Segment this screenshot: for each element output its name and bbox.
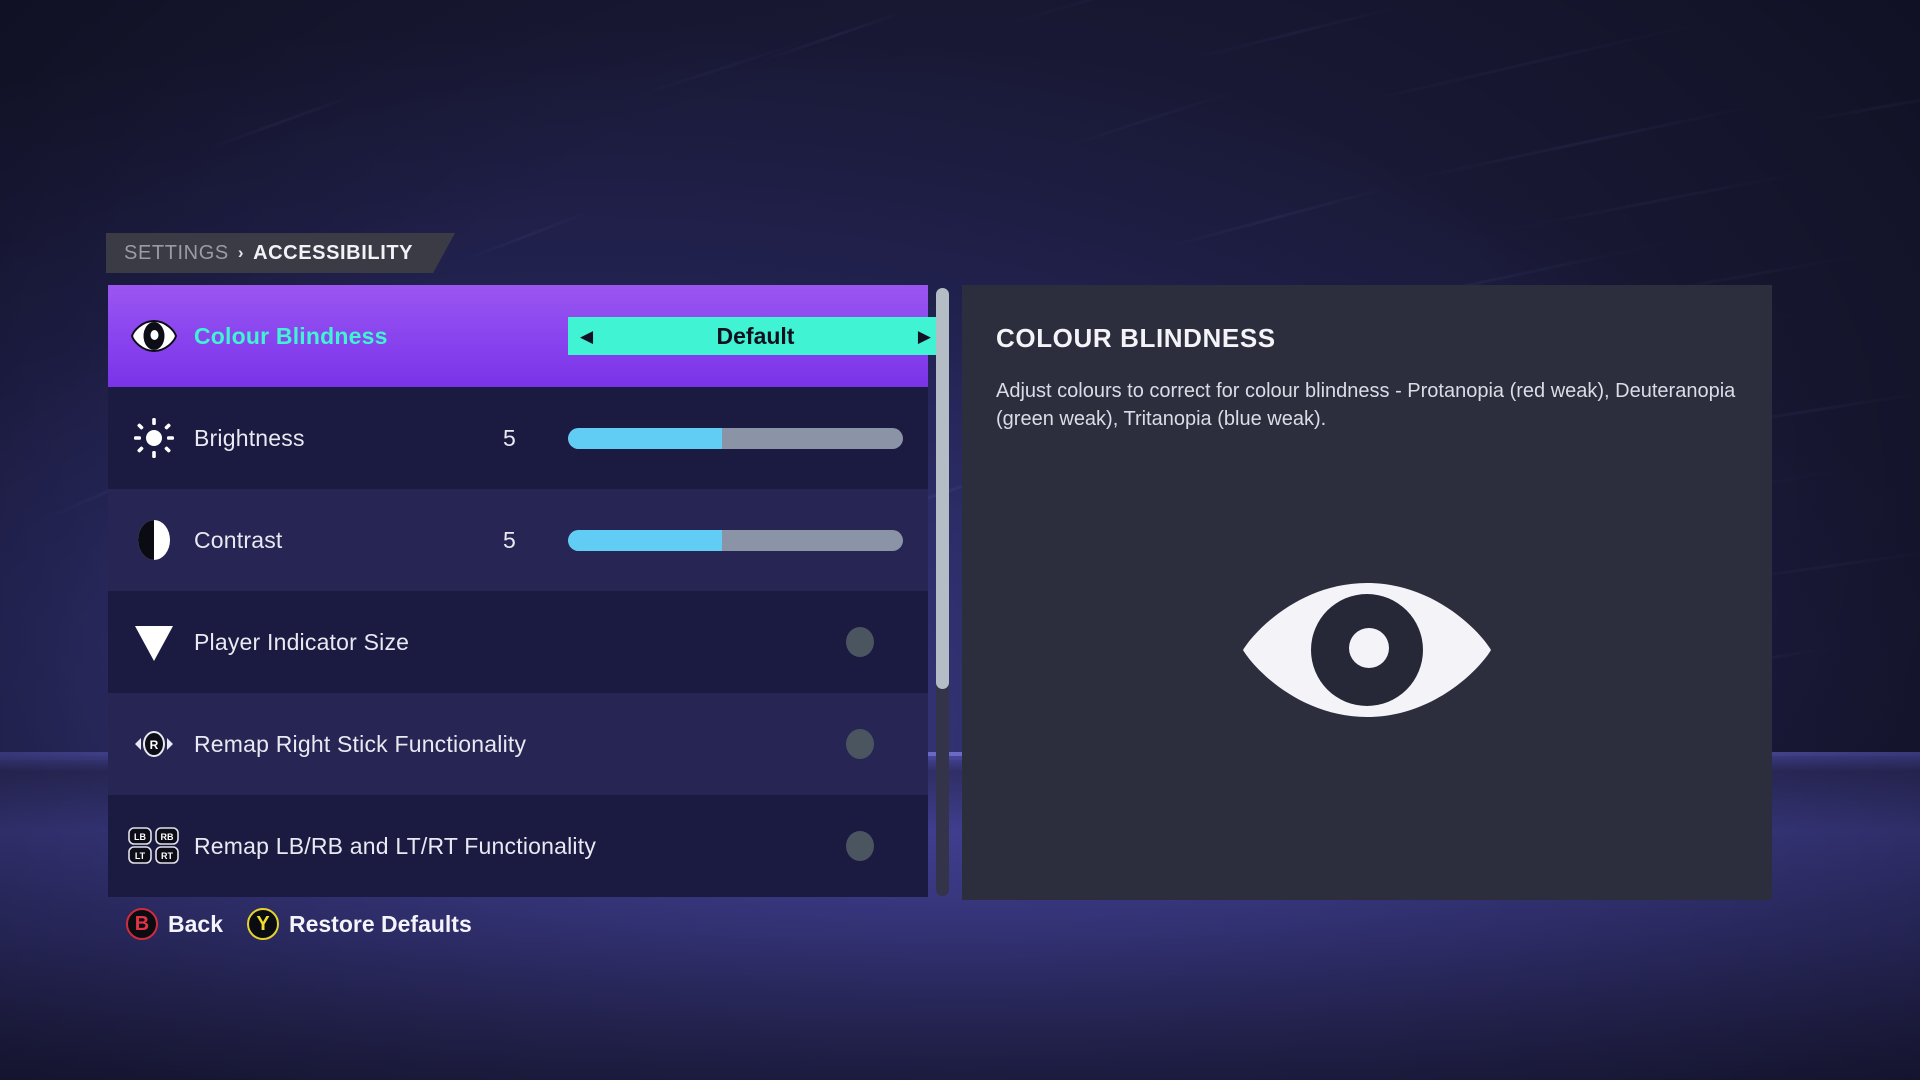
svg-text:LT: LT (135, 851, 146, 861)
svg-text:RB: RB (161, 832, 174, 842)
eye-icon (1243, 583, 1491, 717)
settings-row-label: Colour Blindness (194, 322, 388, 349)
settings-row-label: Player Indicator Size (194, 628, 410, 655)
slider[interactable] (568, 427, 903, 449)
settings-row[interactable]: R Remap Right Stick Functionality (108, 693, 928, 795)
breadcrumb: SETTINGS › ACCESSIBILITY (106, 233, 455, 273)
svg-text:LB: LB (134, 832, 146, 842)
hint-restore-defaults-label: Restore Defaults (288, 910, 472, 937)
description-title: COLOUR BLINDNESS (996, 323, 1276, 353)
brightness-sun-icon (126, 410, 182, 466)
hint-back-label: Back (168, 910, 223, 937)
settings-list-scrollbar[interactable] (936, 288, 949, 896)
slider-value: 5 (503, 424, 516, 451)
toggle-indicator[interactable] (846, 729, 874, 759)
shoulder-buttons-icon: LB LT RB RT (126, 818, 182, 874)
contrast-half-circle-icon (126, 512, 182, 568)
button-y-icon: Y (246, 908, 279, 940)
eye-icon (126, 308, 182, 364)
settings-row[interactable]: Contrast 5 (108, 489, 928, 591)
spinner-left-arrow-icon[interactable]: ◀ (580, 328, 593, 345)
settings-row-label: Brightness (194, 424, 305, 451)
chevron-right-icon: › (237, 243, 245, 262)
hint-restore-defaults[interactable]: Y Restore Defaults (246, 908, 472, 940)
spinner-right-arrow-icon[interactable]: ▶ (918, 328, 931, 345)
slider-value: 5 (503, 526, 516, 553)
settings-row-label: Remap LB/RB and LT/RT Functionality (194, 832, 597, 859)
description-artwork (962, 575, 1772, 725)
right-stick-icon: R (126, 716, 182, 772)
settings-row[interactable]: Colour Blindness ◀ Default ▶ (108, 285, 943, 387)
value-spinner[interactable]: ◀ Default ▶ (568, 317, 943, 355)
settings-row[interactable]: Player Indicator Size (108, 591, 928, 693)
hint-back[interactable]: B Back (126, 908, 223, 940)
breadcrumb-current: ACCESSIBILITY (253, 241, 414, 264)
toggle-indicator[interactable] (846, 627, 874, 657)
scrollbar-thumb[interactable] (936, 288, 949, 690)
description-body: Adjust colours to correct for colour bli… (996, 380, 1736, 430)
description-panel: COLOUR BLINDNESS Adjust colours to corre… (962, 285, 1772, 900)
settings-list: Colour Blindness ◀ Default ▶ Brightness 5 Cont… (108, 285, 955, 900)
svg-text:R: R (150, 738, 159, 752)
down-triangle-icon (126, 614, 182, 670)
svg-text:RT: RT (161, 851, 173, 861)
settings-row[interactable]: LB LT RB RT Remap LB/RB and LT/RT Functional… (108, 795, 928, 897)
settings-row[interactable]: Brightness 5 (108, 387, 928, 489)
button-b-icon: B (126, 908, 158, 940)
toggle-indicator[interactable] (846, 831, 874, 861)
spinner-value: Default (716, 322, 795, 349)
slider[interactable] (568, 529, 903, 551)
settings-row-label: Remap Right Stick Functionality (194, 730, 527, 757)
footer-hints: B Back Y Restore Defaults (126, 908, 472, 940)
settings-row-label: Contrast (194, 526, 283, 553)
breadcrumb-root[interactable]: SETTINGS (124, 242, 229, 265)
